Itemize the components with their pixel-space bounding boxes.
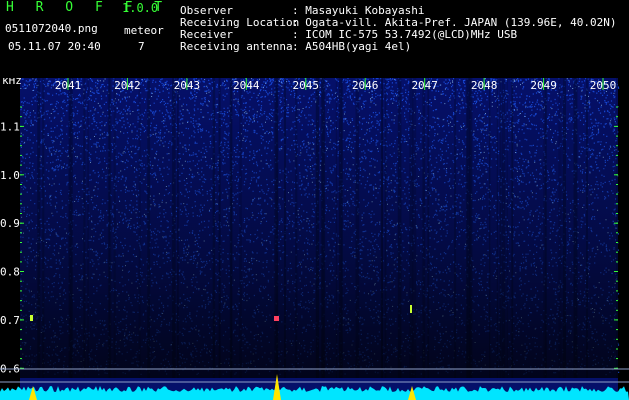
y-axis-unit: kHz — [2, 78, 22, 87]
app-version: 1.0.0 — [122, 1, 159, 15]
y-tick-label: 0.9 — [0, 217, 20, 230]
time-tick-label: 2046 — [352, 79, 379, 92]
time-tick-label: 2048 — [471, 79, 498, 92]
header-panel: H R O F F T 1.0.0 0511072040.png meteor … — [0, 0, 629, 78]
spectrogram-shade — [20, 78, 618, 378]
time-tick-label: 2049 — [530, 79, 557, 92]
meteor-echo-mark — [30, 315, 33, 321]
info-label-antenna: Receiving antenna — [180, 40, 293, 53]
spectrogram-panel: kHz 1.1 1.0 0.9 0.8 0.7 0.6 2041 2042 2043 2044 204… — [0, 78, 629, 400]
time-tick-label: 2044 — [233, 79, 260, 92]
spectrogram-svg: kHz1.11.00.90.80.70.62041 2042 2043 2044 204… — [0, 78, 629, 400]
time-tick-label: 2041 — [55, 79, 82, 92]
time-tick-label: 2042 — [114, 79, 141, 92]
info-value-antenna: : A504HB(yagi 4el) — [292, 40, 412, 53]
time-tick-label: 2047 — [411, 79, 438, 92]
time-tick-label: 2045 — [293, 79, 320, 92]
filename: 0511072040.png — [5, 22, 98, 35]
meteor-echo-mark — [410, 305, 412, 313]
datetime: 05.11.07 20:40 — [8, 40, 101, 53]
meteor-label: meteor — [124, 24, 164, 37]
time-tick-label: 2043 — [174, 79, 201, 92]
y-tick-label: 1.0 — [0, 169, 20, 182]
y-tick-label: 0.8 — [0, 266, 20, 279]
meteor-echo-mark — [274, 316, 279, 321]
y-tick-label: 1.1 — [0, 120, 20, 133]
meteor-count: 7 — [138, 40, 145, 53]
y-tick-label: 0.7 — [0, 314, 20, 327]
time-tick-label: 2050 — [590, 79, 617, 92]
